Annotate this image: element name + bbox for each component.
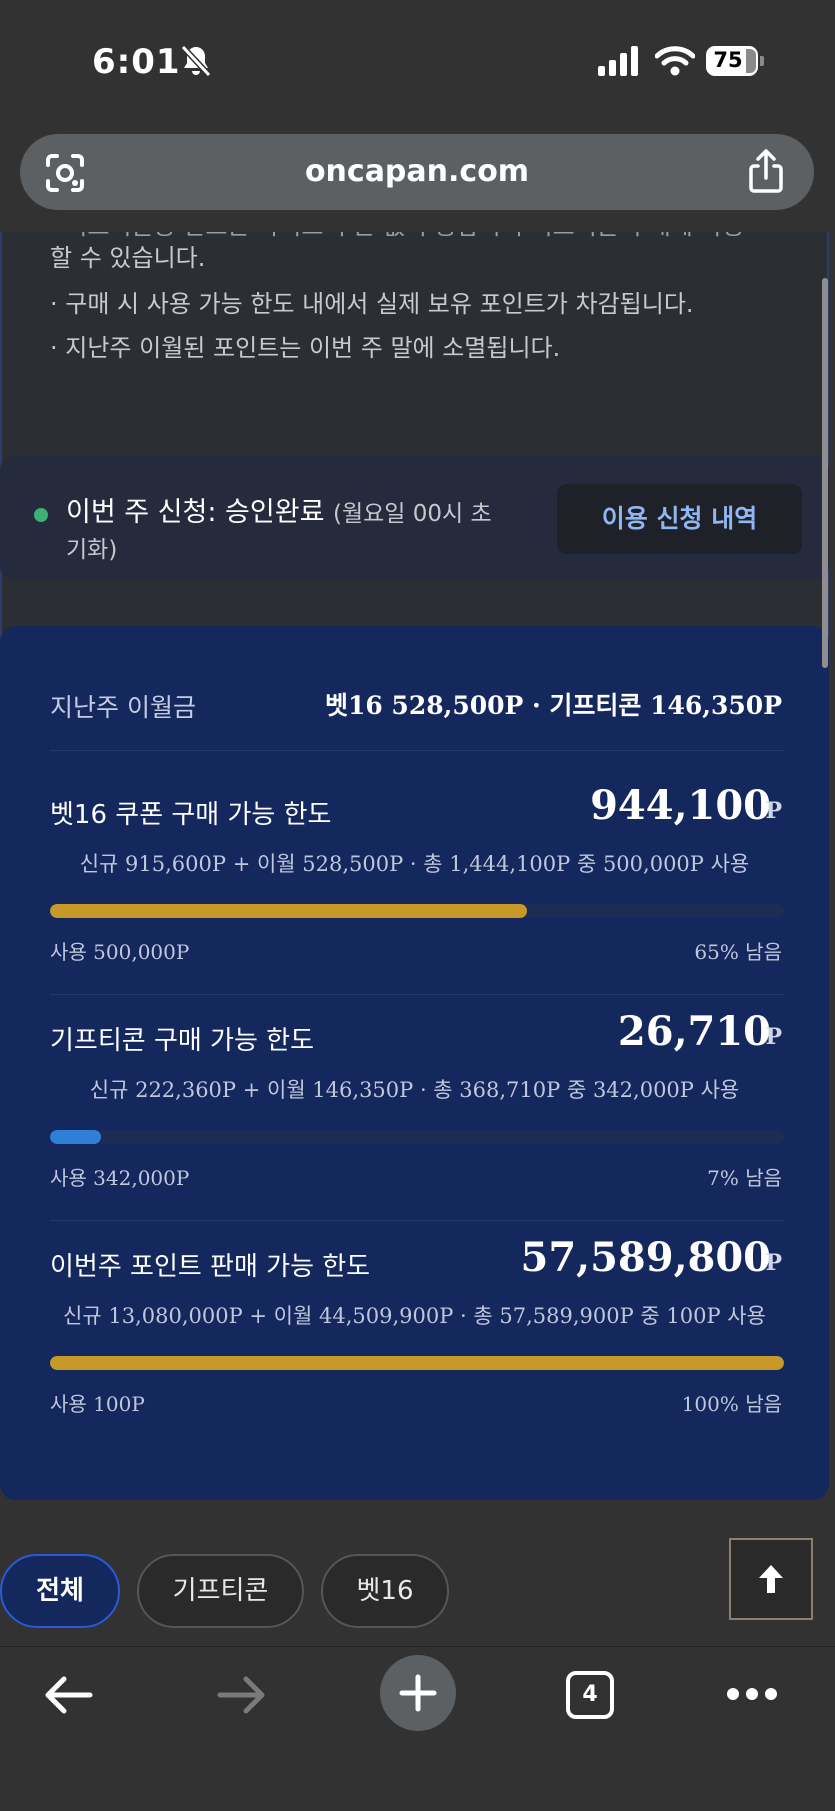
- status-time: 6:01: [92, 42, 181, 82]
- carryover-label: 지난주 이월금: [50, 693, 196, 722]
- weekly-status-text: 이번 주 신청: 승인완료 (월요일 00시 초: [66, 490, 492, 529]
- limit-amount: 26,710: [617, 1008, 771, 1055]
- notice-line-3: · 지난주 이월된 포인트는 이번 주 말에 소멸됩니다.: [50, 334, 561, 362]
- limit-progress-track: [50, 1356, 784, 1370]
- forward-arrow-icon[interactable]: [216, 1675, 268, 1715]
- more-options-icon[interactable]: [726, 1687, 778, 1701]
- limit-detail: 신규 915,600P + 이월 528,500P · 총 1,444,100P…: [79, 852, 750, 876]
- limit-detail: 신규 13,080,000P + 이월 44,509,900P · 총 57,5…: [63, 1304, 766, 1328]
- divider: [50, 1220, 784, 1221]
- limit-progress-track: [50, 904, 784, 918]
- limit-remaining: 100% 남음: [681, 1392, 782, 1416]
- limit-unit: P: [765, 1250, 782, 1276]
- reset-note-line2: 기화): [66, 537, 118, 563]
- limits-card: 지난주 이월금 벳16 528,500P · 기프티콘 146,350P 벳16…: [0, 626, 829, 1500]
- limit-used: 사용 500,000P: [50, 940, 190, 964]
- arrow-up-icon: [759, 1565, 783, 1593]
- status-bar: 6:01 75: [0, 0, 835, 120]
- limit-remaining: 7% 남음: [707, 1166, 782, 1190]
- limit-detail: 신규 222,360P + 이월 146,350P · 총 368,710P 중…: [89, 1078, 740, 1102]
- divider: [50, 994, 784, 995]
- filter-chip-all[interactable]: 전체: [0, 1554, 120, 1628]
- back-arrow-icon[interactable]: [42, 1675, 94, 1715]
- browser-toolbar: 4: [0, 1646, 835, 1811]
- limit-title: 벳16 쿠폰 구매 가능 한도: [50, 800, 332, 830]
- new-tab-button[interactable]: [380, 1655, 456, 1731]
- battery-level: 75: [713, 48, 743, 72]
- wifi-icon: [655, 46, 695, 76]
- limit-amount: 944,100: [590, 782, 771, 829]
- limit-progress-track: [50, 1130, 784, 1144]
- address-bar[interactable]: oncapan.com: [20, 134, 814, 210]
- limit-title: 이번주 포인트 판매 가능 한도: [50, 1252, 371, 1282]
- reset-note-line1: (월요일 00시 초: [333, 501, 492, 527]
- weekly-status-label: 이번 주 신청: 승인완료: [66, 497, 325, 528]
- battery-icon: 75: [706, 46, 764, 76]
- tab-switcher-button[interactable]: 4: [566, 1671, 614, 1719]
- notice-box: · 기프티콘용 한도는 사이트 구분 없이 통합되어 기프티콘 구매에 사용 할…: [0, 232, 829, 660]
- cellular-signal-icon: [598, 46, 638, 76]
- bell-muted-icon: [180, 44, 212, 78]
- limit-unit: P: [765, 798, 782, 824]
- usage-history-button[interactable]: 이용 신청 내역: [557, 484, 802, 554]
- scroll-to-top-button[interactable]: [729, 1538, 813, 1620]
- limit-progress-fill: [50, 1130, 102, 1144]
- limit-used: 사용 342,000P: [50, 1166, 190, 1190]
- plus-icon: [399, 1674, 437, 1712]
- notice-line-2: · 구매 시 사용 가능 한도 내에서 실제 보유 포인트가 차감됩니다.: [50, 290, 694, 318]
- notice-line-1: 할 수 있습니다.: [50, 244, 206, 272]
- filter-chip-bet16[interactable]: 벳16: [321, 1554, 449, 1628]
- limit-progress-fill: [50, 1356, 784, 1370]
- limit-unit: P: [765, 1024, 782, 1050]
- url-text[interactable]: oncapan.com: [20, 154, 814, 189]
- carryover-values: 벳16 528,500P · 기프티콘 146,350P: [324, 691, 782, 720]
- page-content[interactable]: · 기프티콘용 한도는 사이트 구분 없이 통합되어 기프티콘 구매에 사용 할…: [0, 232, 835, 1648]
- share-icon[interactable]: [746, 148, 786, 194]
- limit-used: 사용 100P: [50, 1392, 145, 1416]
- scrollbar-thumb[interactable]: [822, 278, 828, 668]
- divider: [50, 750, 784, 751]
- filter-chip-gifticon[interactable]: 기프티콘: [137, 1554, 304, 1628]
- limit-progress-fill: [50, 904, 528, 918]
- status-dot-icon: [34, 508, 48, 522]
- filter-bar: 전체 기프티콘 벳16: [0, 1518, 835, 1644]
- limit-amount: 57,589,800: [520, 1234, 771, 1281]
- limit-remaining: 65% 남음: [694, 940, 782, 964]
- limit-title: 기프티콘 구매 가능 한도: [50, 1026, 314, 1056]
